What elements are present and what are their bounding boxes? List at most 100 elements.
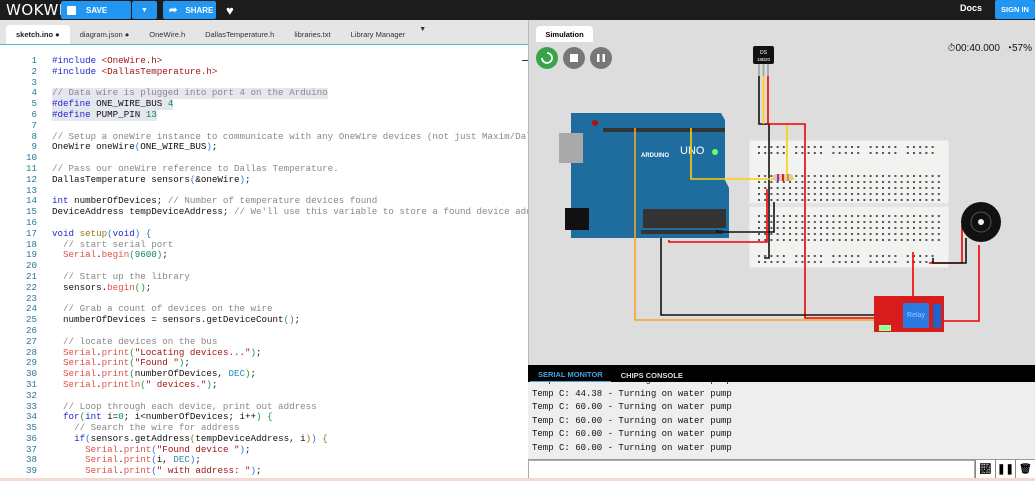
breadboard-hole bbox=[857, 261, 860, 263]
breadboard-hole bbox=[857, 193, 860, 195]
breadboard-hole bbox=[931, 187, 934, 189]
code-line[interactable]: 19 Serial.begin(9600); bbox=[0, 249, 528, 261]
chart-icon: 📈︎ bbox=[979, 464, 992, 475]
code-line[interactable]: 25 numberOfDevices = sensors.getDeviceCo… bbox=[0, 314, 528, 326]
buzzer[interactable] bbox=[961, 202, 1001, 242]
editor-scrollbar[interactable] bbox=[520, 46, 528, 476]
breadboard-hole bbox=[838, 199, 841, 201]
breadboard-hole bbox=[875, 199, 878, 201]
breadboard-hole bbox=[770, 187, 773, 189]
breadboard-hole bbox=[770, 146, 773, 148]
code-token: 4 bbox=[167, 98, 174, 110]
code-line[interactable]: 22 sensors.begin(); bbox=[0, 282, 528, 294]
breadboard-hole bbox=[863, 239, 866, 241]
tab-library-manager[interactable]: Library Manager bbox=[341, 25, 416, 44]
breadboard-hole bbox=[869, 239, 872, 241]
clear-serial-button[interactable]: 🗑︎ bbox=[1015, 460, 1035, 479]
breadboard-hole bbox=[801, 199, 804, 201]
breadboard-hole bbox=[888, 227, 891, 229]
breadboard-hole bbox=[764, 261, 767, 263]
tab-libraries-txt[interactable]: libraries.txt bbox=[284, 25, 340, 44]
resistor[interactable] bbox=[773, 174, 793, 181]
breadboard-hole bbox=[801, 215, 804, 217]
code-token: // Data wire is plugged into port 4 on t… bbox=[52, 87, 328, 99]
code-line[interactable]: 9 OneWire oneWire(ONE_WIRE_BUS); bbox=[0, 141, 528, 153]
stop-button[interactable] bbox=[563, 47, 585, 69]
code-line[interactable]: 39 Serial.print(" with address: "); bbox=[0, 465, 528, 477]
restart-button[interactable] bbox=[536, 47, 558, 69]
code-token: "Locating devices..." bbox=[134, 346, 251, 358]
heart-icon[interactable]: ♥ bbox=[226, 3, 234, 18]
tabs-menu-chevron-icon[interactable]: ▼ bbox=[415, 26, 430, 33]
microcontroller-chip bbox=[643, 209, 726, 228]
breadboard-hole bbox=[826, 233, 829, 235]
tab-serial-monitor[interactable]: SERIAL MONITOR bbox=[530, 370, 611, 382]
line-number: 39 bbox=[25, 465, 37, 477]
sign-in-button[interactable]: SIGN IN bbox=[995, 0, 1035, 19]
breadboard-hole bbox=[931, 227, 934, 229]
stop-icon bbox=[570, 54, 578, 62]
breadboard-hole bbox=[851, 227, 853, 229]
serial-output: Temp C: 0.00 - Turning off water pumpTem… bbox=[528, 382, 1035, 459]
breadboard-hole bbox=[869, 199, 872, 201]
breadboard-hole bbox=[857, 215, 860, 217]
code-editor[interactable]: 1 #include <OneWire.h> 2 #include <DallasTe… bbox=[0, 44, 528, 478]
breadboard-hole bbox=[813, 221, 816, 223]
breadboard-hole bbox=[863, 193, 866, 195]
breadboard-hole bbox=[758, 181, 760, 183]
breadboard-hole bbox=[758, 233, 760, 235]
breadboard-hole bbox=[782, 187, 785, 189]
breadboard-hole bbox=[882, 227, 884, 229]
serial-input-row: 📈︎ ❚❚ 🗑︎ bbox=[528, 459, 1035, 479]
code-line[interactable]: 15 DeviceAddress tempDeviceAddress; // We… bbox=[0, 206, 528, 218]
breadboard-hole bbox=[851, 187, 853, 189]
breadboard-hole bbox=[776, 215, 779, 217]
breadboard-hole bbox=[807, 146, 810, 148]
tab-chips-console[interactable]: CHIPS CONSOLE bbox=[613, 371, 691, 382]
share-button[interactable]: ➦ SHARE bbox=[163, 1, 216, 19]
docs-link[interactable]: Docs bbox=[960, 3, 982, 13]
breadboard-hole bbox=[894, 193, 897, 195]
code-token: numberOfDevices; bbox=[68, 195, 168, 207]
code-line[interactable]: 2 #include <DallasTemperature.h> bbox=[0, 66, 528, 78]
save-dropdown-button[interactable]: ▼ bbox=[132, 1, 157, 19]
breadboard[interactable] bbox=[748, 139, 950, 269]
tab-onewire-h[interactable]: OneWire.h bbox=[139, 25, 195, 44]
code-line[interactable]: 31 Serial.println(" devices."); bbox=[0, 379, 528, 391]
breadboard-hole bbox=[844, 199, 847, 201]
tab-diagram-json[interactable]: diagram.json ● bbox=[70, 25, 140, 44]
circuit-canvas[interactable]: ARDUINO UNO DS 18B20 Relay bbox=[529, 20, 1035, 365]
breadboard-hole bbox=[770, 233, 773, 235]
arduino-uno-board[interactable]: ARDUINO UNO bbox=[559, 113, 729, 238]
breadboard-hole bbox=[801, 255, 804, 257]
breadboard-hole bbox=[844, 215, 847, 217]
plotter-button[interactable]: 📈︎ bbox=[975, 460, 995, 479]
breadboard-hole bbox=[832, 255, 835, 257]
tab-sketch-ino[interactable]: sketch.ino ● bbox=[6, 25, 70, 44]
serial-input[interactable] bbox=[528, 460, 975, 479]
pause-serial-button[interactable]: ❚❚ bbox=[995, 460, 1015, 479]
breadboard-hole bbox=[764, 255, 767, 257]
breadboard-hole bbox=[906, 175, 909, 177]
relay-module[interactable]: Relay bbox=[874, 296, 944, 332]
breadboard-hole bbox=[776, 181, 779, 183]
breadboard-hole bbox=[913, 227, 915, 229]
pause-button[interactable] bbox=[590, 47, 612, 69]
code-token: numberOfDevices, bbox=[134, 368, 229, 380]
breadboard-hole bbox=[906, 193, 909, 195]
code-token: 9600 bbox=[134, 249, 157, 261]
breadboard-hole bbox=[925, 187, 928, 189]
breadboard-hole bbox=[919, 152, 922, 154]
breadboard-hole bbox=[869, 221, 872, 223]
tab-dallastemperature-h[interactable]: DallasTemperature.h bbox=[195, 25, 284, 44]
save-button[interactable]: SAVE bbox=[61, 1, 131, 19]
breadboard-hole bbox=[894, 255, 897, 257]
code-line[interactable]: 12 DallasTemperature sensors(&oneWire); bbox=[0, 174, 528, 186]
ds18b20-sensor[interactable]: DS 18B20 bbox=[753, 46, 774, 76]
wokwi-logo[interactable]: WOKWI bbox=[6, 1, 63, 19]
code-line[interactable]: 6 #define PUMP_PIN 13 bbox=[0, 109, 528, 121]
breadboard-hole bbox=[801, 175, 804, 177]
breadboard-hole bbox=[820, 193, 822, 195]
